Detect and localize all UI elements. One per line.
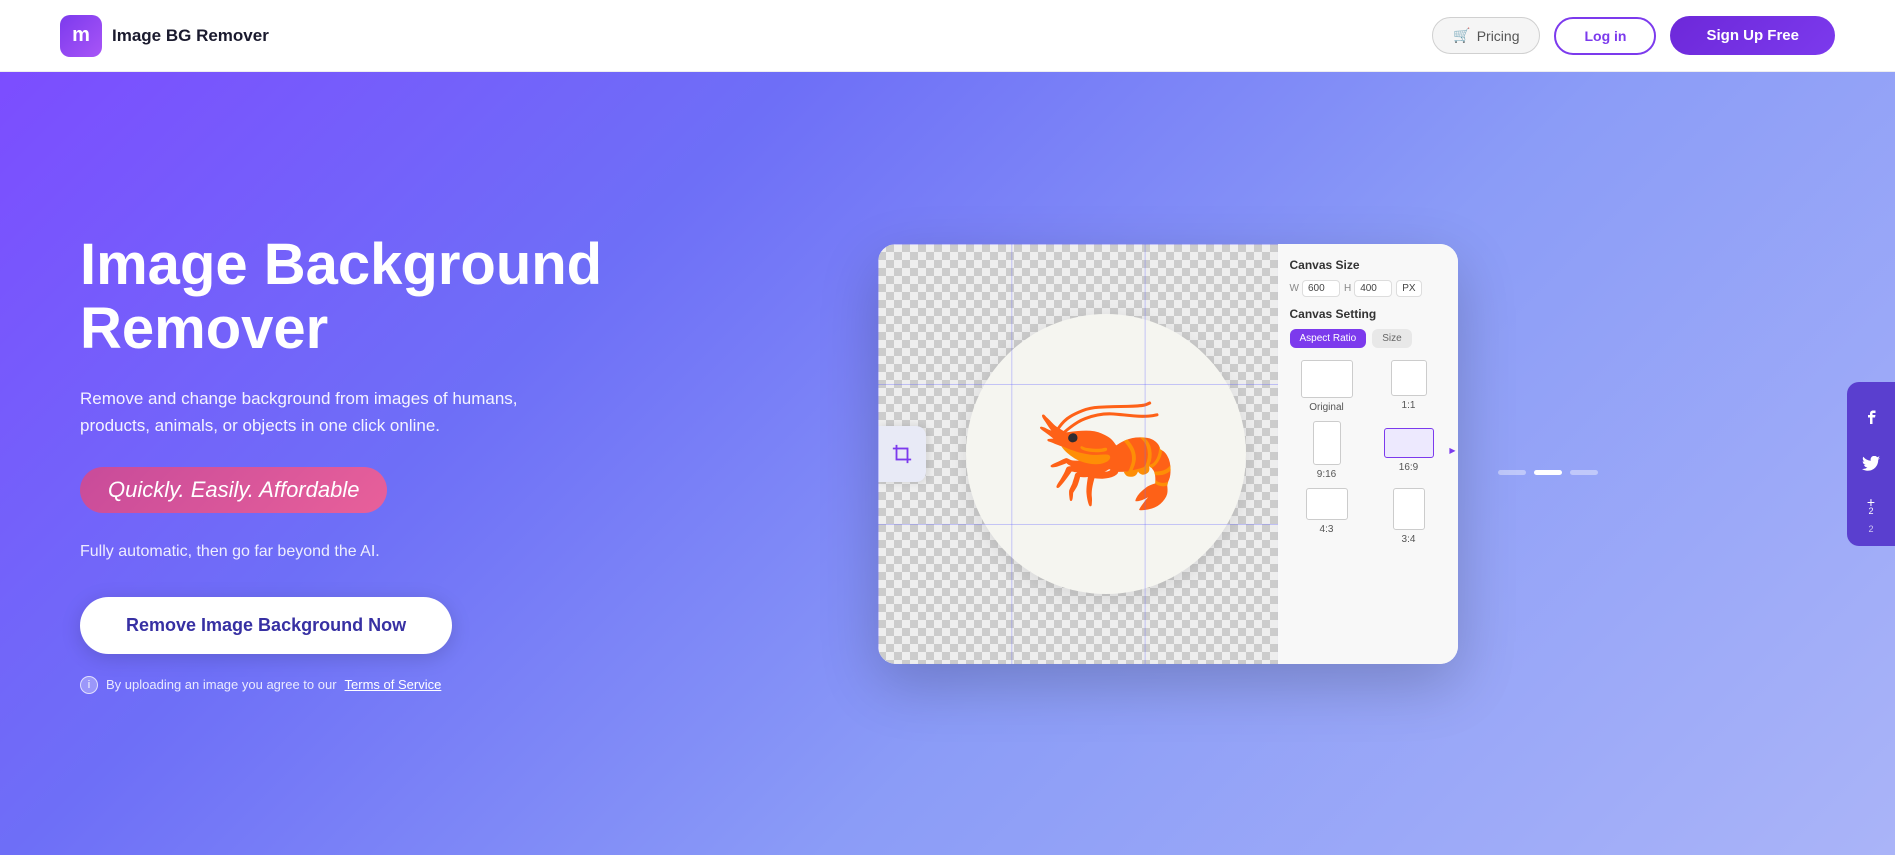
ratio-original[interactable]: Original xyxy=(1290,360,1364,413)
ratio-1-1[interactable]: 1:1 xyxy=(1372,360,1446,413)
hero-section: Image Background Remover Remove and chan… xyxy=(0,72,1895,855)
signup-button[interactable]: Sign Up Free xyxy=(1670,16,1835,55)
tab-size[interactable]: Size xyxy=(1372,329,1411,348)
social-sidebar: + 2 xyxy=(1847,382,1895,546)
ratio-16-9[interactable]: 16:9 xyxy=(1372,421,1446,480)
dot-3[interactable] xyxy=(1570,470,1598,475)
hero-description: Remove and change background from images… xyxy=(80,385,520,439)
hero-title: Image Background Remover xyxy=(80,233,640,361)
settings-panel: Canvas Size W 600 H 400 PX xyxy=(1278,244,1458,664)
info-icon: i xyxy=(80,676,98,694)
grid-overlay xyxy=(878,244,1278,664)
terms-text: By uploading an image you agree to our xyxy=(106,677,337,692)
canvas-setting-label: Canvas Setting xyxy=(1290,307,1446,321)
ratio-box-9-16 xyxy=(1313,421,1341,465)
canvas-size-label: Canvas Size xyxy=(1290,258,1446,272)
hero-visual: 🦐 Canvas Size W 600 H xyxy=(640,224,1815,704)
login-button[interactable]: Log in xyxy=(1554,17,1656,55)
nav-logo: m Image BG Remover xyxy=(60,15,269,57)
dot-1[interactable] xyxy=(1498,470,1526,475)
ratio-4-3[interactable]: 4:3 xyxy=(1290,488,1364,545)
hero-subtext: Fully automatic, then go far beyond the … xyxy=(80,543,640,561)
cart-icon: 🛒 xyxy=(1453,27,1470,44)
nav-actions: 🛒 Pricing Log in Sign Up Free xyxy=(1432,16,1835,55)
height-input: H 400 xyxy=(1344,280,1392,297)
share-count: 2 xyxy=(1868,506,1873,516)
ratio-box-4-3 xyxy=(1306,488,1348,520)
terms-link[interactable]: Terms of Service xyxy=(345,677,442,692)
twitter-button[interactable] xyxy=(1847,440,1895,488)
ratio-box-16-9 xyxy=(1384,428,1434,458)
nav-brand-name: Image BG Remover xyxy=(112,26,269,46)
ratio-box-original xyxy=(1301,360,1353,398)
canvas-area: 🦐 xyxy=(878,244,1278,664)
hero-content: Image Background Remover Remove and chan… xyxy=(80,233,640,694)
share-count-button[interactable]: + 2 xyxy=(1847,488,1895,536)
tab-aspect-ratio[interactable]: Aspect Ratio xyxy=(1290,329,1367,348)
width-input: W 600 xyxy=(1290,280,1340,297)
carousel-dots xyxy=(1498,470,1598,475)
dot-2[interactable] xyxy=(1534,470,1562,475)
mockup-inner: 🦐 Canvas Size W 600 H xyxy=(878,244,1458,664)
canvas-setting-tabs: Aspect Ratio Size xyxy=(1290,329,1446,348)
facebook-button[interactable] xyxy=(1847,392,1895,440)
ratio-box-3-4 xyxy=(1393,488,1425,530)
canvas-size-row: W 600 H 400 PX xyxy=(1290,280,1446,297)
terms-line: i By uploading an image you agree to our… xyxy=(80,676,640,694)
app-mockup: 🦐 Canvas Size W 600 H xyxy=(858,224,1498,704)
hero-tagline: Quickly. Easily. Affordable xyxy=(80,467,387,513)
ratio-9-16[interactable]: 9:16 xyxy=(1290,421,1364,480)
logo-icon: m xyxy=(60,15,102,57)
unit-selector[interactable]: PX xyxy=(1396,280,1421,297)
ratio-3-4[interactable]: 3:4 xyxy=(1372,488,1446,545)
navbar: m Image BG Remover 🛒 Pricing Log in Sign… xyxy=(0,0,1895,72)
pricing-button[interactable]: 🛒 Pricing xyxy=(1432,17,1540,54)
ratio-grid: Original 1:1 9:16 xyxy=(1290,360,1446,545)
ratio-box-1-1 xyxy=(1391,360,1427,396)
mockup-card: 🦐 Canvas Size W 600 H xyxy=(878,244,1458,664)
cta-button[interactable]: Remove Image Background Now xyxy=(80,597,452,654)
